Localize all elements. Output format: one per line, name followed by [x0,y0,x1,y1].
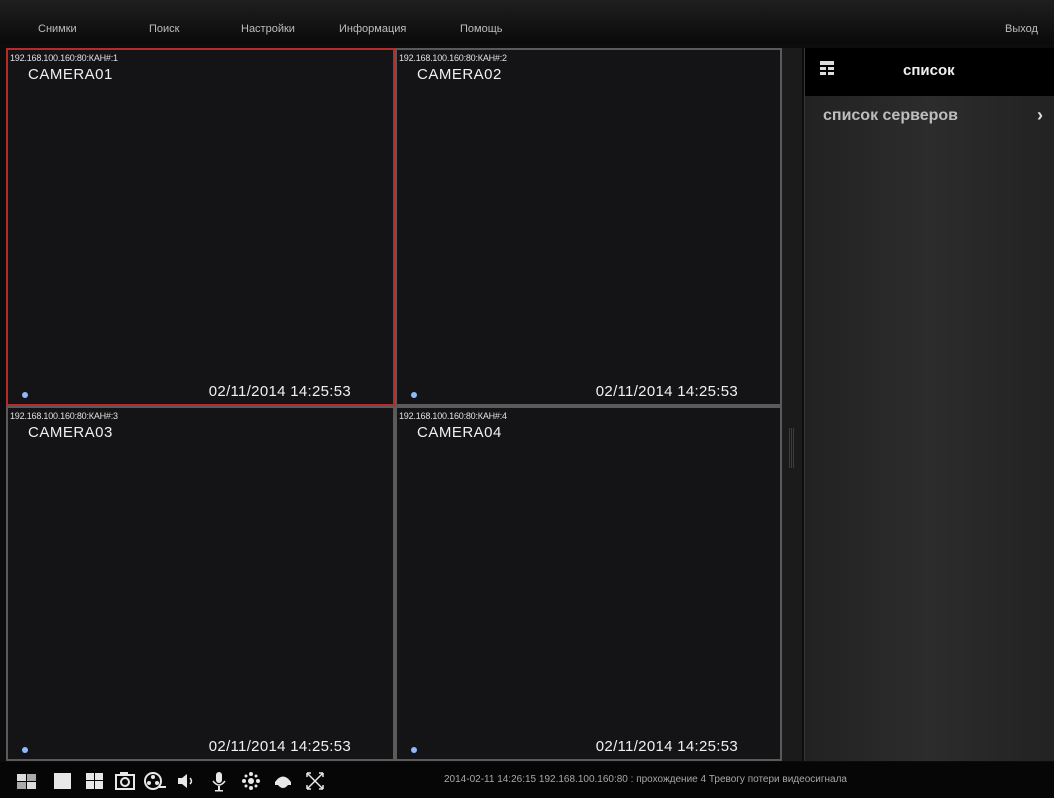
video-cell-4[interactable]: 192.168.100.160:80:КАН#:4 CAMERA04 02/11… [395,406,782,761]
device-list-panel: список список серверов › [804,48,1054,761]
video-cell-3[interactable]: 192.168.100.160:80:КАН#:3 CAMERA03 02/11… [6,406,395,761]
record-icon[interactable] [142,768,168,794]
audio-icon[interactable] [174,768,200,794]
menu-information[interactable]: Информация [339,0,406,44]
exit-button[interactable]: Выход [1005,0,1038,44]
panel-splitter[interactable] [782,48,802,761]
camera-timestamp: 02/11/2014 14:25:53 [595,738,738,755]
video-cell-2[interactable]: 192.168.100.160:80:КАН#:2 CAMERA02 02/11… [395,48,782,406]
camera-timestamp: 02/11/2014 14:25:53 [595,383,738,400]
list-icon [820,61,834,75]
stream-status-icon [411,392,417,398]
stream-status-icon [411,747,417,753]
ptz-settings-icon[interactable] [238,768,264,794]
panel-header: список [805,48,1054,96]
microphone-icon[interactable] [206,768,232,794]
video-cell-1[interactable]: 192.168.100.160:80:КАН#:1 CAMERA01 02/11… [6,48,395,406]
menu-snapshots[interactable]: Снимки [38,0,77,44]
channel-label: 192.168.100.160:80:КАН#:3 [10,411,118,421]
video-grid: 192.168.100.160:80:КАН#:1 CAMERA01 02/11… [6,48,782,761]
snapshot-icon[interactable] [112,768,138,794]
server-list-item[interactable]: список серверов › [805,102,1054,132]
camera-name: CAMERA04 [417,424,502,441]
menu-help[interactable]: Помощь [460,0,503,44]
bottom-toolbar: 2014-02-11 14:26:15 192.168.100.160:80 :… [0,762,1054,798]
camera-name: CAMERA02 [417,66,502,83]
chevron-right-icon: › [1037,105,1043,125]
camera-timestamp: 02/11/2014 14:25:53 [208,738,351,755]
layout-1x1-small-icon[interactable] [14,768,40,794]
quad-view-icon[interactable] [82,768,108,794]
stream-status-icon [22,392,28,398]
camera-name: CAMERA03 [28,424,113,441]
splitter-grip[interactable] [789,428,795,468]
status-message: 2014-02-11 14:26:15 192.168.100.160:80 :… [444,774,847,785]
channel-label: 192.168.100.160:80:КАН#:2 [399,53,507,63]
fullscreen-icon[interactable] [302,768,328,794]
menu-settings[interactable]: Настройки [241,0,295,44]
panel-title: список [903,62,955,79]
camera-name: CAMERA01 [28,66,113,83]
camera-timestamp: 02/11/2014 14:25:53 [208,383,351,400]
channel-label: 192.168.100.160:80:КАН#:4 [399,411,507,421]
server-list-label: список серверов [823,107,958,124]
menu-search[interactable]: Поиск [149,0,179,44]
channel-label: 192.168.100.160:80:КАН#:1 [10,53,118,63]
stream-status-icon [22,747,28,753]
top-menu-bar: Снимки Поиск Настройки Информация Помощь… [0,0,1054,44]
single-view-icon[interactable] [50,768,76,794]
ptz-dome-icon[interactable] [270,768,296,794]
